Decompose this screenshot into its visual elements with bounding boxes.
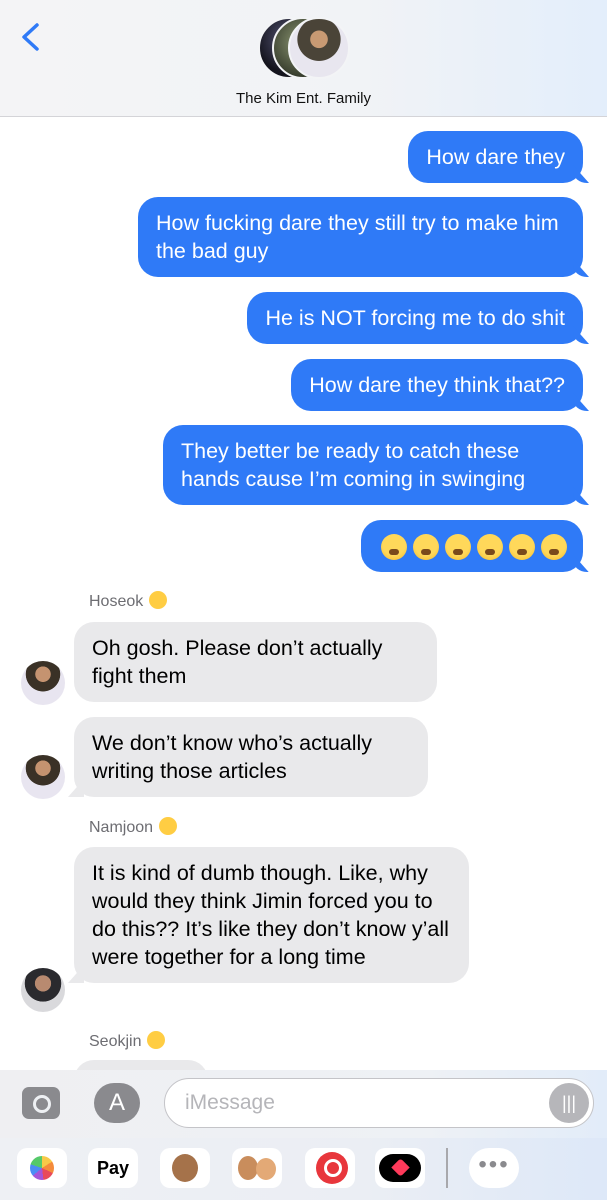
sender-name: Namjoon: [89, 817, 178, 837]
sender-name: Hoseok: [89, 591, 168, 611]
outgoing-message[interactable]: They better be ready to catch these hand…: [163, 425, 583, 505]
compose-bar: A iMessage |||: [0, 1070, 607, 1138]
app-drawer: Pay •••: [0, 1138, 607, 1200]
more-label: •••: [478, 1151, 510, 1178]
sunglasses-face-icon: [147, 1031, 166, 1049]
app-store-icon[interactable]: A: [94, 1083, 140, 1123]
contact-avatar-namjoon[interactable]: [21, 968, 65, 1012]
huffing-face-icon: [541, 534, 567, 561]
outgoing-emoji-message[interactable]: 😤😤😤😤😤😤: [361, 520, 583, 573]
audio-waveform-icon[interactable]: |||: [549, 1083, 589, 1123]
group-name[interactable]: The Kim Ent. Family: [0, 90, 607, 107]
outgoing-message[interactable]: How dare they: [408, 131, 583, 183]
outgoing-message[interactable]: How fucking dare they still try to make …: [138, 197, 583, 277]
huffing-face-icon: [445, 534, 471, 561]
memoji-icon[interactable]: [232, 1148, 282, 1188]
huffing-face-icon: [413, 534, 439, 561]
back-chevron-icon[interactable]: [18, 22, 44, 52]
digital-touch-icon[interactable]: [375, 1148, 425, 1188]
nerd-face-icon: [159, 817, 178, 835]
huffing-face-icon: [477, 534, 503, 561]
sender-name-text: Seokjin: [89, 1033, 142, 1050]
incoming-message[interactable]: It is kind of dumb though. Like, why wou…: [74, 847, 469, 983]
photos-icon[interactable]: [17, 1148, 67, 1188]
web-search-icon[interactable]: [305, 1148, 355, 1188]
huffing-face-icon: [509, 534, 535, 561]
incoming-message[interactable]: We don’t know who’s actually writing tho…: [74, 717, 428, 797]
conversation-header: The Kim Ent. Family: [0, 0, 607, 117]
group-avatar[interactable]: [258, 17, 350, 79]
apple-pay-label: Pay: [96, 1158, 130, 1178]
sender-name-text: Namjoon: [89, 819, 154, 836]
drawer-divider: [446, 1148, 448, 1188]
contact-avatar-hoseok[interactable]: [21, 755, 65, 799]
apple-pay-icon[interactable]: Pay: [88, 1148, 138, 1188]
member-avatar: [288, 17, 350, 79]
camera-icon[interactable]: [22, 1087, 60, 1119]
partying-face-icon: [149, 591, 168, 609]
outgoing-message[interactable]: He is NOT forcing me to do shit: [247, 292, 583, 344]
animoji-icon[interactable]: [160, 1148, 210, 1188]
message-input[interactable]: iMessage: [164, 1078, 594, 1128]
huffing-face-icon: [381, 534, 407, 561]
sender-name-text: Hoseok: [89, 593, 144, 610]
more-icon[interactable]: •••: [469, 1148, 519, 1188]
contact-avatar-hoseok[interactable]: [21, 661, 65, 705]
outgoing-message[interactable]: How dare they think that??: [291, 359, 583, 411]
sender-name: Seokjin: [89, 1031, 166, 1051]
incoming-message[interactable]: Oh gosh. Please don’t actually fight the…: [74, 622, 437, 702]
